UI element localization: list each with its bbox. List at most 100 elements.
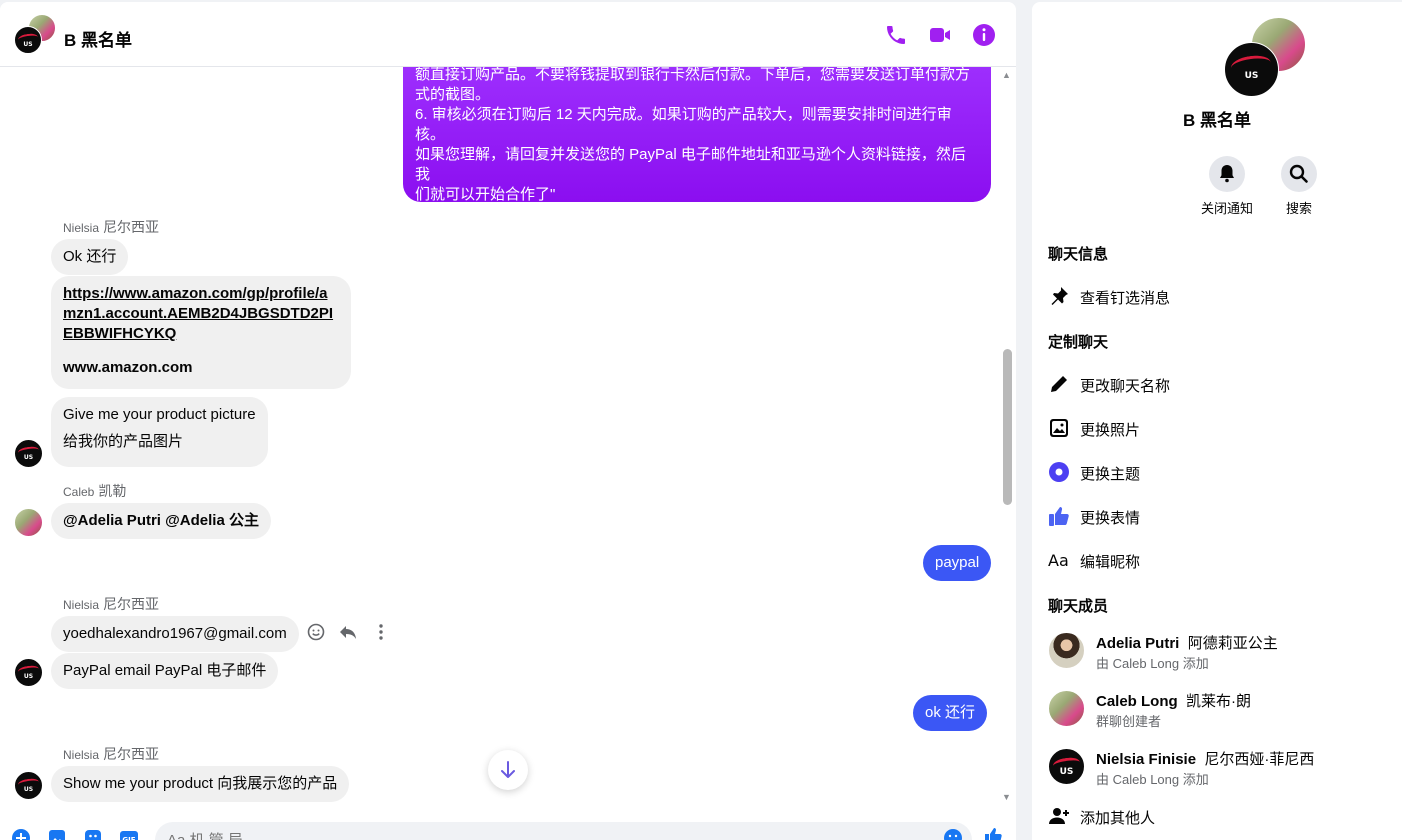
thumbs-up-icon	[1049, 507, 1069, 526]
video-icon[interactable]	[928, 23, 952, 47]
arrow-down-icon	[501, 761, 515, 778]
scroll-down-arrow[interactable]: ▼	[1002, 792, 1011, 802]
sender-name: Nielsia 尼尔西亚	[63, 596, 160, 612]
sender-avatar[interactable]	[14, 508, 43, 537]
member-subtitle: 由 Caleb Long 添加	[1096, 772, 1209, 787]
text-aa-icon: Aa	[1048, 551, 1069, 570]
theme-icon	[1049, 462, 1069, 482]
message-bubble-incoming[interactable]: @Adelia Putri @Adelia 公主	[51, 503, 271, 539]
sender-name: Nielsia 尼尔西亚	[63, 746, 160, 762]
theme-label: 更换主题	[1080, 466, 1141, 483]
group-avatar[interactable]: US	[14, 14, 56, 56]
member-name: Caleb Long 凯莱布·朗	[1096, 693, 1252, 710]
member-avatar-logo: US	[1224, 42, 1279, 97]
image-icon[interactable]	[47, 828, 67, 840]
mute-notifications-button[interactable]: 关闭通知	[1187, 156, 1267, 217]
member-avatar	[1048, 690, 1085, 727]
emoji-label: 更换表情	[1080, 510, 1141, 527]
sender-name: Caleb 凯勒	[63, 483, 127, 499]
info-icon[interactable]	[972, 23, 996, 47]
member-subtitle: 群聊创建者	[1096, 714, 1162, 729]
phone-icon[interactable]	[884, 23, 908, 47]
member-row[interactable]: Caleb Long 凯莱布·朗 群聊创建者	[1048, 690, 1388, 730]
profile-link[interactable]: https://www.amazon.com/gp/profile/amzn1.…	[63, 284, 339, 344]
add-people-button[interactable]: 添加其他人	[1048, 804, 1388, 828]
message-list[interactable]: 额直接订购产品。不要将钱提取到银行卡然后付款。下单后，您需要发送订单付款方 式的…	[0, 67, 1000, 812]
message-text: 给我你的产品图片	[63, 433, 184, 450]
change-emoji[interactable]: 更换表情	[1048, 504, 1388, 528]
message-text: 式的截图。	[415, 86, 491, 103]
scrollbar-thumb[interactable]	[1003, 349, 1012, 505]
chat-panel: US B 黑名单 额直接订购产品。不要将钱提取到银行卡然后付款。下单后，您需要发…	[0, 2, 1016, 840]
react-emoji-icon[interactable]	[305, 621, 327, 643]
pencil-icon	[1051, 376, 1067, 392]
edit-nicknames[interactable]: Aa 编辑昵称	[1048, 548, 1388, 572]
emoji-icon[interactable]	[943, 828, 963, 840]
sender-name: Nielsia 尼尔西亚	[63, 219, 160, 235]
message-bubble-incoming[interactable]: Ok 还行	[51, 239, 129, 275]
gif-icon[interactable]: GIF	[119, 828, 139, 840]
member-avatar	[1048, 632, 1085, 669]
link-domain: www.amazon.com	[63, 359, 193, 376]
search-button[interactable]: 搜索	[1259, 156, 1339, 217]
sender-avatar[interactable]: US	[14, 658, 43, 687]
member-subtitle: 由 Caleb Long 添加	[1096, 656, 1209, 671]
chat-info-heading[interactable]: 聊天信息	[1048, 243, 1108, 264]
reply-icon[interactable]	[337, 621, 359, 643]
member-name: Nielsia Finisie 尼尔西娅·菲尼西	[1096, 751, 1315, 768]
svg-text:Aa: Aa	[1048, 551, 1069, 570]
change-photo[interactable]: 更换照片	[1048, 416, 1388, 440]
info-title: B 黑名单	[1183, 111, 1251, 130]
pin-icon	[1051, 287, 1068, 305]
search-icon	[1289, 164, 1308, 183]
message-bubble-incoming[interactable]: Give me your product picture 给我你的产品图片	[51, 397, 268, 467]
member-row[interactable]: US Nielsia Finisie 尼尔西娅·菲尼西 由 Caleb Long…	[1048, 748, 1388, 788]
member-avatar: US	[1048, 748, 1085, 785]
svg-text:GIF: GIF	[122, 836, 135, 840]
scroll-up-arrow[interactable]: ▲	[1002, 70, 1011, 80]
pinned-label: 查看钉选消息	[1080, 290, 1171, 307]
message-bubble-outgoing[interactable]: 额直接订购产品。不要将钱提取到银行卡然后付款。下单后，您需要发送订单付款方 式的…	[403, 67, 991, 203]
message-bubble-incoming[interactable]: yoedhalexandro1967@gmail.com	[51, 616, 299, 652]
member-avatar-logo: US	[14, 26, 42, 54]
message-text: Give me your product picture	[63, 406, 256, 423]
nickname-label: 编辑昵称	[1080, 554, 1141, 571]
rename-label: 更改聊天名称	[1080, 378, 1171, 395]
sticker-icon[interactable]	[83, 828, 103, 840]
message-text: 6. 审核必须在订购后 12 天内完成。如果订购的产品较大，则需要安排时间进行审	[415, 106, 952, 123]
member-row[interactable]: Adelia Putri 阿德莉亚公主 由 Caleb Long 添加	[1048, 632, 1388, 672]
search-label: 搜索	[1285, 201, 1312, 216]
customize-chat-heading[interactable]: 定制聊天	[1048, 331, 1108, 352]
link-preview-bubble[interactable]: https://www.amazon.com/gp/profile/amzn1.…	[51, 276, 351, 389]
bell-icon	[1220, 165, 1234, 183]
member-name: Adelia Putri 阿德莉亚公主	[1096, 635, 1278, 652]
change-theme[interactable]: 更换主题	[1048, 460, 1388, 484]
message-bubble-outgoing[interactable]: paypal	[923, 545, 992, 581]
view-pinned-messages[interactable]: 查看钉选消息	[1048, 284, 1388, 308]
more-options-icon[interactable]	[370, 621, 392, 643]
message-actions	[305, 621, 398, 643]
message-text: 核。	[415, 126, 446, 143]
message-text: 额直接订购产品。不要将钱提取到银行卡然后付款。下单后，您需要发送订单付款方	[415, 67, 971, 83]
chat-title[interactable]: B 黑名单	[64, 26, 132, 51]
add-people-label: 添加其他人	[1080, 810, 1156, 827]
messenger-app: US B 黑名单 额直接订购产品。不要将钱提取到银行卡然后付款。下单后，您需要发…	[0, 0, 1402, 840]
sender-avatar[interactable]: US	[14, 439, 43, 468]
message-bubble-incoming[interactable]: PayPal email PayPal 电子邮件	[51, 653, 279, 689]
chat-header: US B 黑名单	[0, 2, 1016, 67]
add-person-icon	[1049, 808, 1069, 824]
chat-members-heading[interactable]: 聊天成员	[1048, 595, 1108, 616]
change-chat-name[interactable]: 更改聊天名称	[1048, 372, 1388, 396]
plus-icon[interactable]	[11, 828, 31, 840]
message-bubble-outgoing[interactable]: ok 还行	[913, 695, 988, 731]
photo-label: 更换照片	[1080, 422, 1141, 439]
message-bubble-incoming[interactable]: Show me your product 向我展示您的产品	[51, 766, 350, 802]
composer-bar: GIF	[0, 814, 1016, 840]
like-icon[interactable]	[983, 826, 1003, 840]
message-input[interactable]	[155, 822, 972, 840]
mute-label: 关闭通知	[1200, 201, 1253, 216]
sender-avatar[interactable]: US	[14, 771, 43, 800]
scroll-to-bottom-button[interactable]	[488, 750, 528, 790]
photo-icon	[1050, 419, 1068, 437]
conversation-info-panel: US B 黑名单 关闭通知 搜索 聊天信息 查看钉选消息 定制聊天 更改聊天名称	[1032, 2, 1402, 840]
